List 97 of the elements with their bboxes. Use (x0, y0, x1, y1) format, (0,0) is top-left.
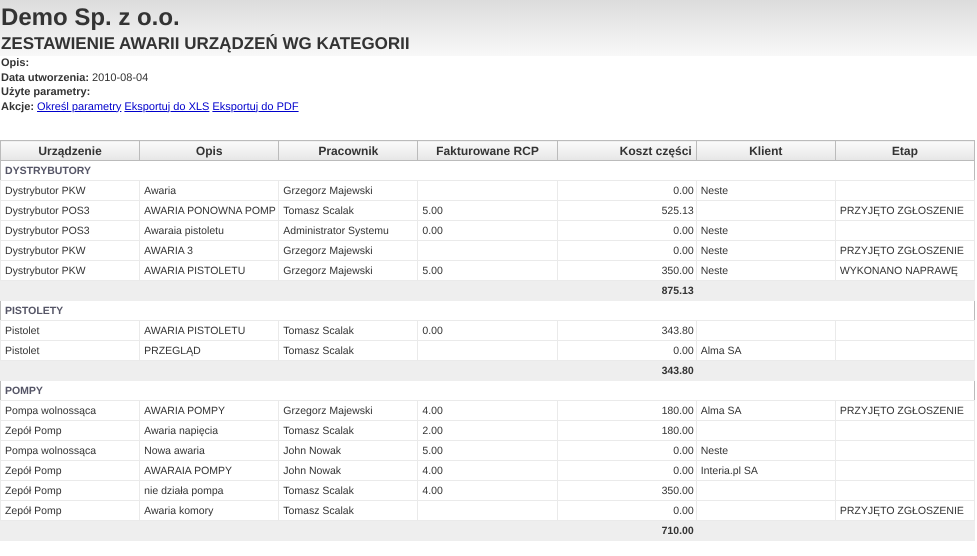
group-total: 875.13 (662, 284, 694, 296)
table-cell: Alma SA (700, 404, 742, 416)
info-label: Opis: (1, 56, 30, 70)
table-cell: Neste (700, 264, 728, 276)
table-cell: Neste (700, 224, 728, 236)
table-cell: 4.00 (422, 484, 443, 496)
table-cell: 0.00 (673, 344, 694, 356)
table-cell: Zepół Pomp (5, 424, 62, 436)
table-cell: 5.00 (422, 444, 443, 456)
table-cell: 180.00 (662, 424, 694, 436)
report-title: ZESTAWIENIE AWARII URZĄDZEŃ WG KATEGORII (1, 33, 411, 55)
table-cell: Tomasz Scalak (283, 424, 354, 436)
table-cell: Zepół Pomp (5, 504, 62, 516)
table-cell: PRZEGLĄD (144, 344, 201, 356)
table-cell: 343.80 (662, 324, 694, 336)
table-cell: 350.00 (662, 264, 694, 276)
table-cell: Pompa wolnossąca (5, 404, 96, 416)
table-cell: 0.00 (673, 444, 694, 456)
table-cell: 5.00 (422, 264, 443, 276)
table-cell: John Nowak (283, 444, 342, 456)
actions-label: Akcje: (1, 100, 34, 114)
table-cell: 350.00 (662, 484, 694, 496)
table-cell: AWARIA POMPY (144, 404, 226, 416)
table-cell: Dystrybutor PKW (5, 264, 86, 276)
table-cell: 0.00 (422, 224, 443, 236)
table-cell: Administrator Systemu (283, 224, 389, 236)
company-name: Demo Sp. z o.o. (1, 4, 181, 32)
table-cell: 4.00 (422, 464, 443, 476)
table-cell: Dystrybutor POS3 (5, 204, 90, 216)
column-header: Urządzenie (0, 140, 140, 160)
table-cell: Awaraia pistoletu (144, 224, 224, 236)
table-cell: Dystrybutor POS3 (5, 224, 90, 236)
table-cell: WYKONANO NAPRAWĘ (840, 264, 958, 276)
table-cell: Tomasz Scalak (283, 504, 354, 516)
group-total: 710.00 (662, 524, 694, 536)
column-header: Opis (140, 140, 279, 160)
table-cell: Tomasz Scalak (283, 204, 354, 216)
column-header: Pracownik (278, 140, 418, 160)
column-header: Fakturowane RCP (418, 140, 558, 160)
table-cell: Alma SA (700, 344, 742, 356)
table-cell: 0.00 (422, 324, 443, 336)
table-cell: Nowa awaria (144, 444, 205, 456)
table-cell: Pistolet (5, 344, 40, 356)
table-cell: Grzegorz Majewski (283, 404, 373, 416)
table-cell: 0.00 (673, 504, 694, 516)
table-cell: AWARAIA POMPY (144, 464, 232, 476)
table-cell: nie działa pompa (144, 484, 224, 496)
table-cell: 4.00 (422, 404, 443, 416)
table-cell: 0.00 (673, 244, 694, 256)
table-cell: AWARIA PISTOLETU (144, 264, 246, 276)
table-cell: Neste (700, 444, 728, 456)
table-cell: 525.13 (662, 204, 694, 216)
group-heading: POMPY (0, 380, 974, 400)
table-cell: 180.00 (662, 404, 694, 416)
table-cell: Awaria (144, 184, 176, 196)
table-cell: Tomasz Scalak (283, 324, 354, 336)
table-cell: Grzegorz Majewski (283, 244, 373, 256)
table-cell: AWARIA 3 (144, 244, 193, 256)
group-total: 343.80 (662, 364, 694, 376)
table-cell: Zepół Pomp (5, 464, 62, 476)
table-cell: Neste (700, 244, 728, 256)
table-cell: Zepół Pomp (5, 484, 62, 496)
info-label: Data utworzenia: (1, 70, 90, 85)
action-link[interactable]: Określ parametry (37, 100, 122, 114)
table-cell: PRZYJĘTO ZGŁOSZENIE (840, 204, 964, 216)
table-cell: Neste (700, 184, 728, 196)
table-cell: 5.00 (422, 204, 443, 216)
table-cell: John Nowak (283, 464, 342, 476)
table-cell: Tomasz Scalak (283, 344, 354, 356)
table-cell: Dystrybutor PKW (5, 184, 86, 196)
table-cell: AWARIA PISTOLETU (144, 324, 246, 336)
table-cell: Grzegorz Majewski (283, 184, 373, 196)
table-cell: Awaria komory (144, 504, 214, 516)
table-cell: AWARIA PONOWNA POMP (144, 204, 276, 216)
table-cell: 0.00 (673, 224, 694, 236)
table-cell: 2.00 (422, 424, 443, 436)
group-heading: PISTOLETY (0, 300, 974, 320)
info-value: 2010-08-04 (92, 70, 148, 85)
action-link[interactable]: Eksportuj do XLS (124, 100, 210, 114)
table-cell: Tomasz Scalak (283, 484, 354, 496)
table-cell: 0.00 (673, 184, 694, 196)
table-cell: Dystrybutor PKW (5, 244, 86, 256)
table-cell: Awaria napięcia (144, 424, 218, 436)
table-cell: PRZYJĘTO ZGŁOSZENIE (840, 504, 964, 516)
action-link[interactable]: Eksportuj do PDF (212, 100, 299, 114)
column-header: Etap (835, 140, 974, 160)
column-header: Klient (696, 140, 836, 160)
table-cell: Pompa wolnossąca (5, 444, 96, 456)
info-label: Użyte parametry: (1, 85, 90, 100)
table-cell: 0.00 (673, 464, 694, 476)
table-cell: Pistolet (5, 324, 40, 336)
table-cell: PRZYJĘTO ZGŁOSZENIE (840, 404, 964, 416)
table-cell: Grzegorz Majewski (283, 264, 373, 276)
column-header: Koszt części (557, 140, 696, 160)
table-cell: PRZYJĘTO ZGŁOSZENIE (840, 244, 964, 256)
group-heading: DYSTRYBUTORY (0, 160, 974, 180)
table-cell: Interia.pl SA (700, 464, 758, 476)
